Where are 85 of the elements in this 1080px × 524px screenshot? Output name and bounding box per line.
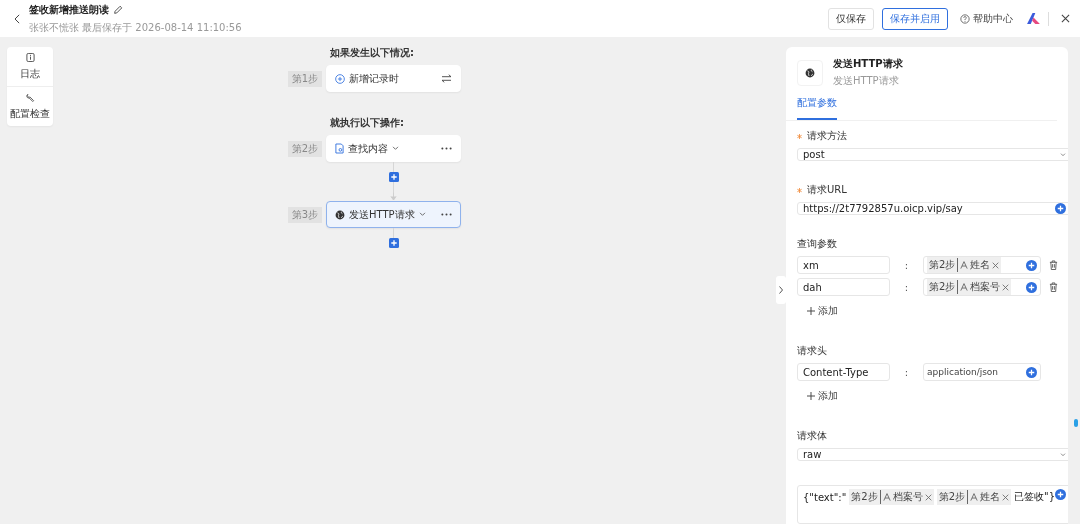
chevron-down-icon[interactable] xyxy=(392,146,399,151)
save-enable-button[interactable]: 保存并启用 xyxy=(882,7,948,30)
node-title: 新增记录时 xyxy=(349,71,399,86)
chevron-down-icon xyxy=(1060,152,1066,157)
add-icon[interactable] xyxy=(1026,366,1037,378)
globe-icon xyxy=(805,67,815,78)
field-token[interactable]: 第2步 档案号 xyxy=(849,489,934,505)
field-label: 请求体 xyxy=(797,429,828,443)
help-icon xyxy=(960,13,970,24)
param-value-field[interactable]: 第2步 档案号 xyxy=(923,278,1041,296)
trigger-node[interactable]: 新增记录时 xyxy=(326,65,461,92)
section-heading: 如果发生以下情况: xyxy=(330,46,415,60)
delete-icon[interactable] xyxy=(1049,260,1058,270)
add-step-icon[interactable] xyxy=(388,172,399,182)
param-value-field[interactable]: 第2步 姓名 xyxy=(923,256,1041,274)
node-title: 发送HTTP请求 xyxy=(349,207,415,222)
chevron-down-icon xyxy=(1060,452,1066,457)
colon: : xyxy=(903,366,910,378)
log-button[interactable]: 日志 xyxy=(7,47,53,87)
save-status: 张张不慌张 最后保存于 2026-08-14 11:10:56 xyxy=(29,20,242,35)
edit-icon[interactable] xyxy=(113,4,123,15)
body-text: 已签收"} xyxy=(1014,490,1055,504)
step-label: 第3步 xyxy=(288,206,322,223)
plus-icon xyxy=(807,392,815,400)
add-circle-icon xyxy=(335,73,345,84)
add-icon[interactable] xyxy=(1055,489,1066,500)
text-type-icon xyxy=(960,283,969,291)
step-label: 第2步 xyxy=(288,140,322,157)
remove-icon[interactable] xyxy=(1002,493,1010,501)
param-key-field[interactable]: xm xyxy=(797,256,890,274)
header-value-field[interactable]: application/json xyxy=(923,363,1041,381)
add-icon[interactable] xyxy=(1026,281,1037,293)
tab[interactable]: 配置参数 xyxy=(797,96,837,120)
section-heading: 就执行以下操作: xyxy=(330,116,405,130)
remove-icon[interactable] xyxy=(992,261,1000,269)
page-title: 签收新增推送朗读 xyxy=(29,2,109,17)
field-token[interactable]: 第2步 姓名 xyxy=(936,489,1012,505)
header-key-field[interactable]: Content-Type xyxy=(797,363,890,381)
delete-icon[interactable] xyxy=(1049,282,1058,292)
field-label: 请求方法 xyxy=(807,129,847,143)
save-button[interactable]: 仅保存 xyxy=(828,7,874,30)
chevron-down-icon[interactable] xyxy=(418,212,426,217)
body-type-select[interactable]: raw xyxy=(797,448,1068,461)
add-header-button[interactable]: 添加 xyxy=(797,385,848,407)
remove-icon[interactable] xyxy=(924,493,932,501)
back-icon[interactable] xyxy=(14,13,21,24)
plus-icon xyxy=(807,307,815,315)
info-icon xyxy=(25,53,35,62)
app-logo-icon[interactable] xyxy=(1027,13,1040,24)
colon: : xyxy=(903,281,910,293)
field-label: 查询参数 xyxy=(797,237,838,251)
add-param-button[interactable]: 添加 xyxy=(797,300,848,322)
action-node[interactable]: 查找内容 xyxy=(326,135,461,162)
request-body-field[interactable]: {"text":" 第2步 档案号 第2步 姓名 已签收"} xyxy=(797,485,1068,524)
more-icon[interactable] xyxy=(441,147,452,150)
switch-icon[interactable] xyxy=(441,74,452,83)
add-step-icon[interactable] xyxy=(388,238,399,248)
body-text: {"text":" xyxy=(803,491,847,503)
remove-icon[interactable] xyxy=(1002,283,1010,291)
node-title: 查找内容 xyxy=(348,141,388,156)
field-label: 请求URL xyxy=(807,183,847,197)
config-check-button[interactable]: 配置检查 xyxy=(7,87,53,126)
more-icon[interactable] xyxy=(441,213,452,216)
help-link[interactable]: 帮助中心 xyxy=(960,11,1013,26)
colon: : xyxy=(903,259,910,271)
add-icon[interactable] xyxy=(1026,259,1037,271)
scroll-thumb[interactable] xyxy=(1074,419,1078,427)
text-type-icon xyxy=(960,261,969,269)
step-label: 第1步 xyxy=(288,70,322,87)
action-node[interactable]: 发送HTTP请求 xyxy=(326,201,461,228)
close-icon[interactable] xyxy=(1061,14,1070,23)
field-token[interactable]: 第2步 档案号 xyxy=(927,279,1012,295)
text-type-icon xyxy=(970,493,979,501)
panel-title: 发送HTTP请求 xyxy=(833,57,903,71)
panel-subtitle: 发送HTTP请求 xyxy=(833,74,900,88)
document-search-icon xyxy=(335,143,344,154)
param-key-field[interactable]: dah xyxy=(797,278,890,296)
field-token[interactable]: 第2步 姓名 xyxy=(927,257,1002,273)
field-label: 请求头 xyxy=(797,344,828,358)
add-icon[interactable] xyxy=(1055,203,1066,214)
text-type-icon xyxy=(882,493,891,501)
method-select[interactable]: post xyxy=(797,148,1068,161)
globe-icon xyxy=(335,209,345,220)
url-field[interactable]: https://2t7792857u.oicp.vip/say xyxy=(797,202,1068,215)
collapse-handle[interactable] xyxy=(776,276,786,304)
